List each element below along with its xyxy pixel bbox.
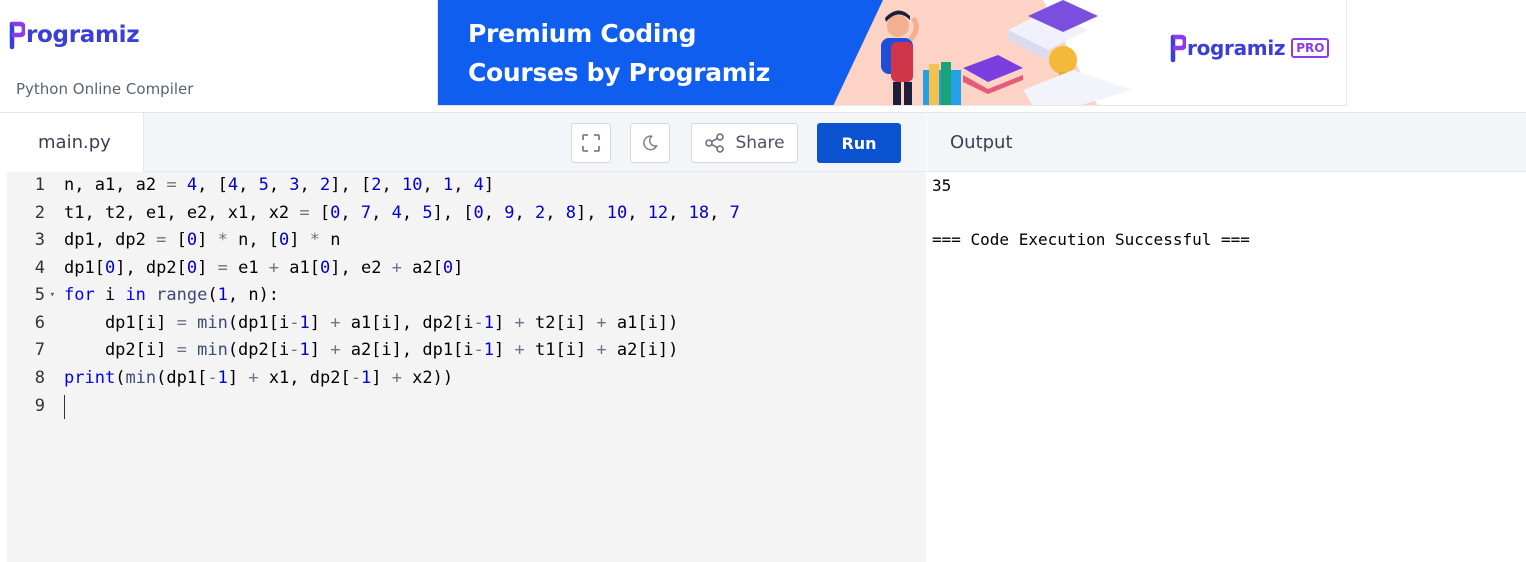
banner-headline-line1: Premium Coding [468, 19, 697, 48]
line-number: 2 [34, 202, 45, 223]
line-number: 1 [34, 175, 45, 195]
code-line[interactable]: dp2[i] = min(dp2[i-1] + a2[i], dp1[i-1] … [64, 337, 678, 365]
share-button-label: Share [735, 133, 785, 153]
line-number: 3 [34, 230, 45, 250]
code-input-area[interactable]: n, a1, a2 = 4, [4, 5, 3, 2], [2, 10, 1, … [60, 172, 926, 562]
fullscreen-button[interactable] [571, 123, 611, 163]
programiz-logo-mark-icon [9, 21, 25, 50]
programiz-pro-logo: rogramiz PRO [1170, 33, 1330, 63]
run-button[interactable]: Run [817, 123, 901, 163]
promo-banner[interactable]: Premium Coding Courses by Programiz rogr… [437, 0, 1347, 106]
fullscreen-icon [582, 134, 600, 152]
code-line[interactable]: print(min(dp1[-1] + x1, dp2[-1] + x2)) [64, 365, 453, 393]
programiz-logo[interactable]: rogramiz [9, 18, 140, 52]
output-title: Output [927, 113, 1526, 172]
output-line: 35 [932, 176, 952, 195]
programiz-brand[interactable]: rogramiz Python Online Compiler [9, 18, 193, 98]
text-cursor [64, 395, 65, 419]
line-number: 7 [34, 340, 45, 360]
line-number: 6 [34, 312, 45, 333]
tab-main-py[interactable]: main.py [7, 113, 144, 172]
header: rogramiz Python Online Compiler Premium … [0, 0, 1526, 113]
output-panel: Output 35 === Code Execution Successful … [927, 113, 1526, 562]
line-number: 5 ▾ [7, 282, 60, 310]
code-line[interactable]: dp1, dp2 = [0] * n, [0] * n [64, 227, 341, 255]
programiz-logo-text: rogramiz [26, 22, 140, 48]
code-line[interactable]: t1, t2, e1, e2, x1, x2 = [0, 7, 4, 5], [… [64, 200, 740, 228]
theme-toggle-button[interactable] [630, 123, 670, 163]
code-editor-panel: main.py Share Run 1 2 3 4 5 ▾ 6 7 8 9 n,… [7, 113, 926, 562]
banner-illustration [813, 0, 1148, 105]
page-subtitle: Python Online Compiler [16, 80, 194, 98]
line-number: 4 [34, 257, 45, 278]
code-line[interactable]: for i in range(1, n): [64, 282, 279, 310]
banner-headline: Premium Coding Courses by Programiz [468, 14, 770, 92]
banner-logo-area: rogramiz PRO [1148, 0, 1346, 105]
line-number: 8 [34, 367, 45, 388]
pro-logo-text: rogramiz [1187, 36, 1286, 60]
code-line[interactable]: n, a1, a2 = 4, [4, 5, 3, 2], [2, 10, 1, … [64, 172, 494, 200]
code-line[interactable]: dp1[i] = min(dp1[i-1] + a1[i], dp2[i-1] … [64, 310, 678, 338]
output-status: === Code Execution Successful === [932, 230, 1250, 249]
line-number: 9 [34, 396, 45, 416]
student-illustration-icon [813, 0, 1148, 105]
programiz-pro-logo-mark-icon [1170, 34, 1186, 63]
share-button[interactable]: Share [691, 123, 798, 163]
pro-badge: PRO [1291, 38, 1330, 58]
banner-text-area: Premium Coding Courses by Programiz [438, 0, 813, 105]
banner-headline-line2: Courses by Programiz [468, 58, 771, 87]
editor-toolbar: main.py Share Run [7, 113, 926, 172]
moon-icon [643, 135, 658, 151]
share-icon [705, 133, 725, 153]
line-number-gutter: 1 2 3 4 5 ▾ 6 7 8 9 [7, 172, 60, 562]
fold-arrow-icon[interactable]: ▾ [50, 282, 55, 310]
code-line[interactable]: dp1[0], dp2[0] = e1 + a1[0], e2 + a2[0] [64, 255, 463, 283]
